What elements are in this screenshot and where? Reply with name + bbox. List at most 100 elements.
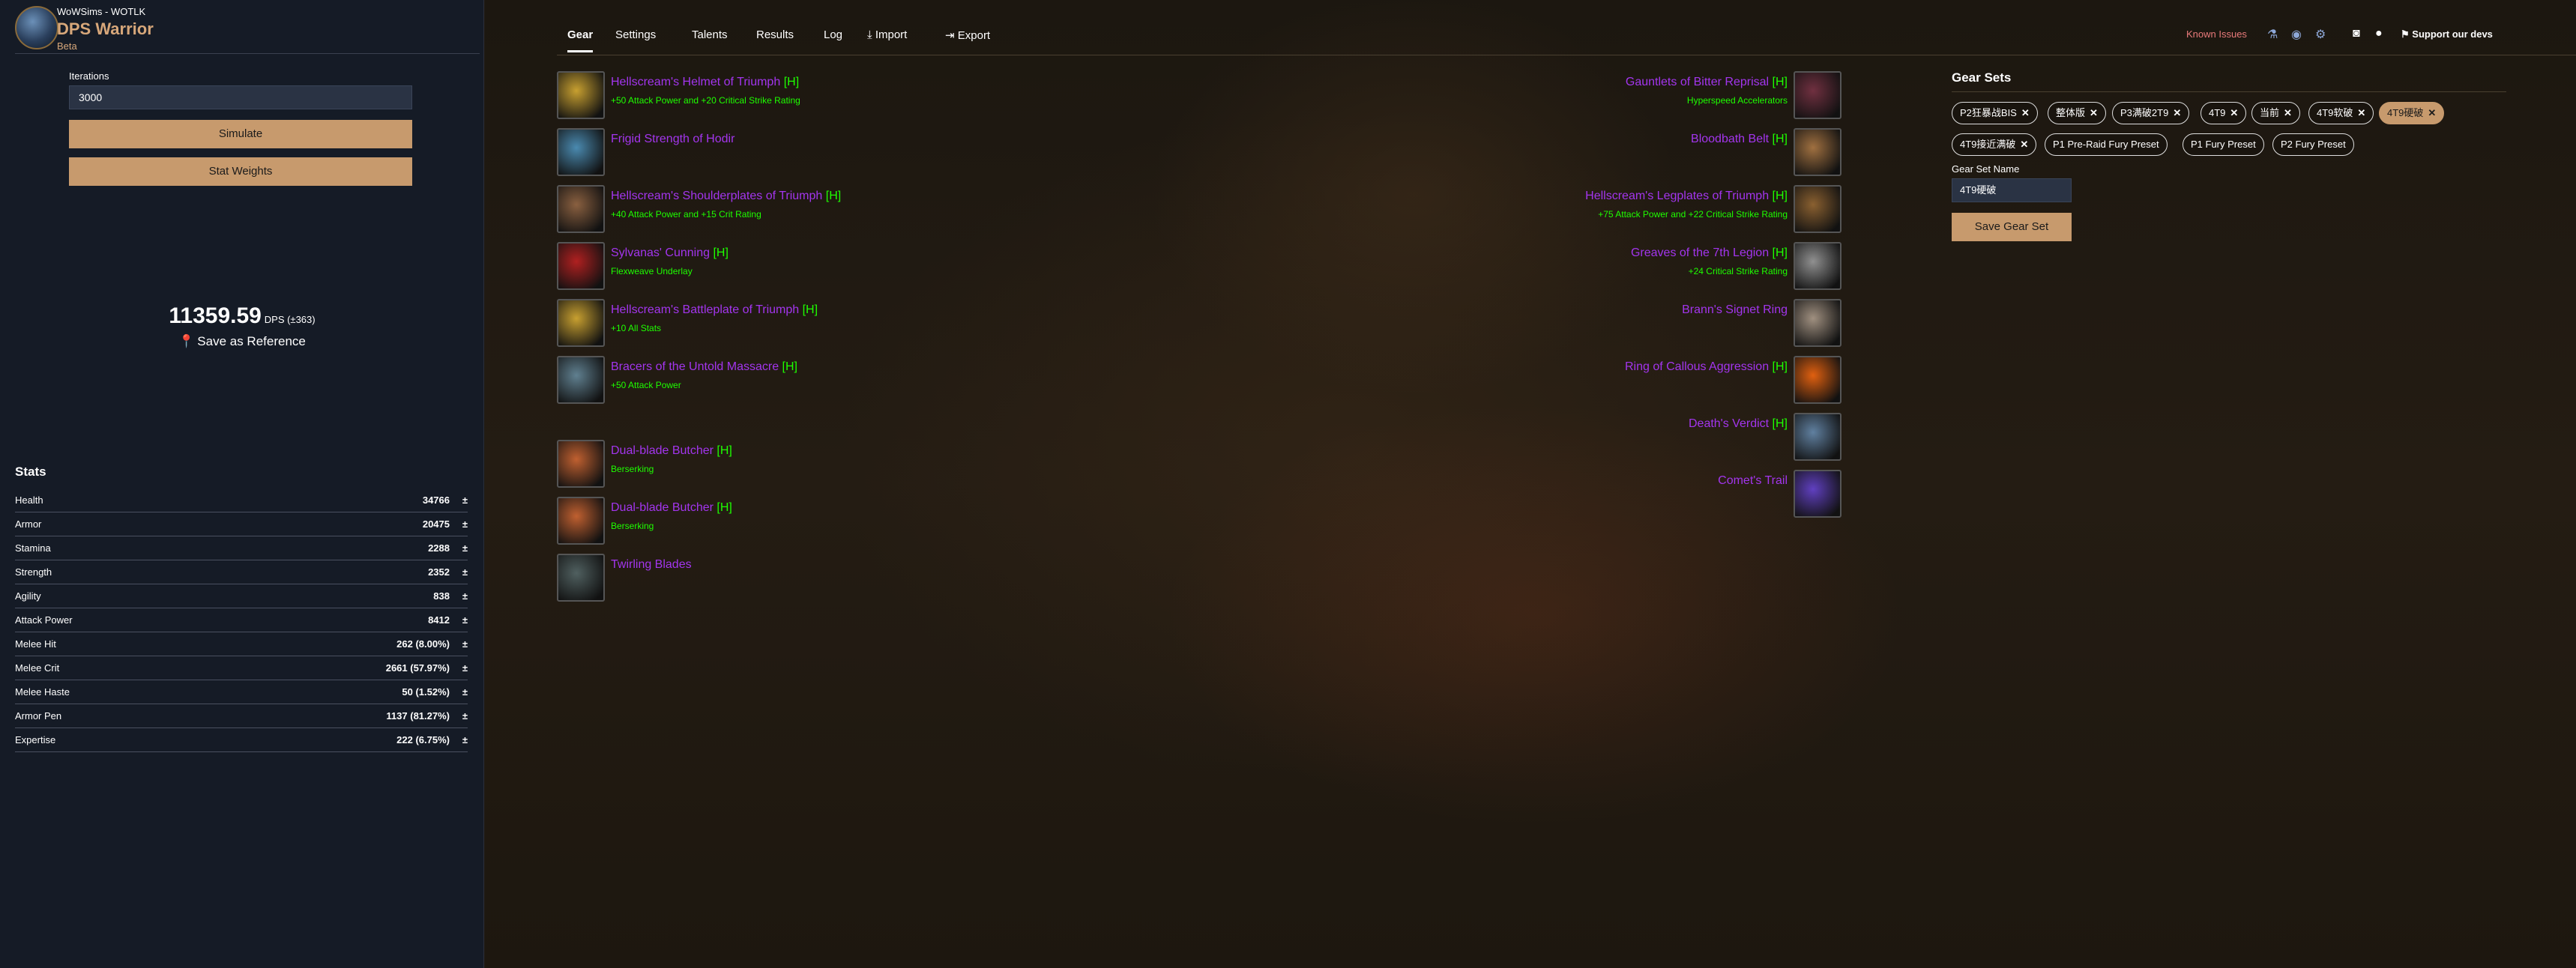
item-enchant[interactable]: +40 Attack Power and +15 Crit Rating bbox=[611, 209, 761, 220]
gear-slot[interactable]: Twirling Blades bbox=[557, 554, 1082, 603]
gear-set-chip[interactable]: P1 Pre-Raid Fury Preset bbox=[2045, 133, 2168, 156]
gear-slot[interactable]: Ring of Callous Aggression [H] bbox=[1317, 356, 1841, 405]
gear-slot[interactable]: Frigid Strength of Hodir bbox=[557, 128, 1082, 178]
tab-talents[interactable]: Talents bbox=[692, 28, 728, 41]
remove-icon[interactable]: ✕ bbox=[2173, 107, 2181, 118]
item-icon[interactable] bbox=[557, 185, 605, 233]
item-icon[interactable] bbox=[557, 128, 605, 176]
tab-results[interactable]: Results bbox=[756, 28, 794, 41]
gear-slot[interactable]: Sylvanas' Cunning [H] Flexweave Underlay bbox=[557, 242, 1082, 291]
item-icon[interactable] bbox=[1794, 470, 1841, 518]
item-enchant[interactable]: +10 All Stats bbox=[611, 323, 661, 333]
item-name[interactable]: Dual-blade Butcher [H] bbox=[611, 444, 732, 458]
gear-slot[interactable]: Dual-blade Butcher [H] Berserking bbox=[557, 440, 1082, 489]
tab-log[interactable]: Log bbox=[824, 28, 842, 41]
gear-set-chip[interactable]: P3满破2T9 ✕ bbox=[2112, 102, 2190, 124]
item-icon[interactable] bbox=[1794, 299, 1841, 347]
item-icon[interactable] bbox=[557, 554, 605, 602]
item-name[interactable]: Ring of Callous Aggression [H] bbox=[1625, 360, 1788, 374]
gear-set-chip[interactable]: 4T9接近满破 ✕ bbox=[1952, 133, 2037, 156]
item-name[interactable]: Brann's Signet Ring bbox=[1682, 303, 1788, 317]
discord-icon[interactable]: ◙ bbox=[2353, 27, 2360, 40]
tab-export[interactable]: ⇥ Export bbox=[945, 28, 990, 42]
gear-slot[interactable]: Hellscream's Helmet of Triumph [H] +50 At… bbox=[557, 71, 1082, 121]
remove-icon[interactable]: ✕ bbox=[2020, 139, 2028, 150]
gear-set-chip[interactable]: 4T9硬破 ✕ bbox=[2379, 102, 2445, 124]
item-icon[interactable] bbox=[557, 497, 605, 545]
gear-set-chip[interactable]: P2 Fury Preset bbox=[2272, 133, 2354, 156]
item-icon[interactable] bbox=[557, 242, 605, 290]
item-icon[interactable] bbox=[1794, 413, 1841, 461]
item-icon[interactable] bbox=[1794, 71, 1841, 119]
stat-breakdown-icon[interactable]: ± bbox=[450, 614, 468, 626]
tab-gear[interactable]: Gear bbox=[567, 28, 594, 52]
gear-set-name-input[interactable]: 4T9硬破 bbox=[1952, 178, 2072, 202]
item-icon[interactable] bbox=[1794, 242, 1841, 290]
item-name[interactable]: Hellscream's Shoulderplates of Triumph [… bbox=[611, 190, 841, 203]
gear-set-chip[interactable]: P2狂暴战BIS ✕ bbox=[1952, 102, 2038, 124]
gear-slot[interactable]: Bloodbath Belt [H] bbox=[1317, 128, 1841, 178]
gear-slot[interactable]: Death's Verdict [H] bbox=[1317, 413, 1841, 462]
stat-breakdown-icon[interactable]: ± bbox=[450, 566, 468, 578]
item-icon[interactable] bbox=[557, 440, 605, 488]
item-enchant[interactable]: Berserking bbox=[611, 521, 654, 531]
gear-slot[interactable]: Greaves of the 7th Legion [H] +24 Critica… bbox=[1317, 242, 1841, 291]
remove-icon[interactable]: ✕ bbox=[2021, 107, 2030, 118]
gear-slot[interactable]: Brann's Signet Ring bbox=[1317, 299, 1841, 348]
item-name[interactable]: Sylvanas' Cunning [H] bbox=[611, 246, 729, 260]
gear-set-chip[interactable]: P1 Fury Preset bbox=[2183, 133, 2264, 156]
gear-slot[interactable]: Hellscream's Battleplate of Triumph [H] +… bbox=[557, 299, 1082, 348]
remove-icon[interactable]: ✕ bbox=[2284, 107, 2292, 118]
item-name[interactable]: Frigid Strength of Hodir bbox=[611, 133, 735, 146]
stat-breakdown-icon[interactable]: ± bbox=[450, 638, 468, 650]
gear-set-chip[interactable]: 4T9软破 ✕ bbox=[2308, 102, 2374, 124]
brand-header[interactable]: WoWSims - WOTLK DPS Warrior Beta bbox=[15, 6, 480, 54]
gear-slot[interactable]: Gauntlets of Bitter Reprisal [H] Hyperspe… bbox=[1317, 71, 1841, 121]
gear-set-chip[interactable]: 整体版 ✕ bbox=[2048, 102, 2106, 124]
stat-breakdown-icon[interactable]: ± bbox=[450, 590, 468, 602]
item-enchant[interactable]: +75 Attack Power and +22 Critical Strike… bbox=[1598, 209, 1788, 220]
remove-icon[interactable]: ✕ bbox=[2428, 107, 2436, 118]
gear-slot[interactable]: Hellscream's Legplates of Triumph [H] +75… bbox=[1317, 185, 1841, 235]
gear-set-chip[interactable]: 当前 ✕ bbox=[2251, 102, 2300, 124]
support-devs-link[interactable]: ⚑ Support our devs bbox=[2401, 28, 2493, 40]
gear-slot[interactable]: Hellscream's Shoulderplates of Triumph [… bbox=[557, 185, 1082, 235]
item-name[interactable]: Hellscream's Legplates of Triumph [H] bbox=[1585, 190, 1788, 203]
item-name[interactable]: Comet's Trail bbox=[1718, 474, 1788, 488]
stat-breakdown-icon[interactable]: ± bbox=[450, 494, 468, 506]
item-icon[interactable] bbox=[1794, 185, 1841, 233]
item-name[interactable]: Gauntlets of Bitter Reprisal [H] bbox=[1626, 76, 1788, 89]
item-icon[interactable] bbox=[1794, 356, 1841, 404]
item-name[interactable]: Bloodbath Belt [H] bbox=[1691, 133, 1788, 146]
stat-weights-button[interactable]: Stat Weights bbox=[69, 157, 412, 186]
tab-import[interactable]: ⤓ Import bbox=[867, 28, 907, 41]
item-name[interactable]: Twirling Blades bbox=[611, 558, 692, 572]
tab-settings[interactable]: Settings bbox=[615, 28, 656, 41]
remove-icon[interactable]: ✕ bbox=[2090, 107, 2098, 118]
iterations-input[interactable]: 3000 bbox=[69, 85, 412, 109]
raid-sim-icon[interactable]: ◉ bbox=[2291, 27, 2302, 42]
stat-breakdown-icon[interactable]: ± bbox=[450, 710, 468, 722]
gear-set-chip[interactable]: 4T9 ✕ bbox=[2201, 102, 2247, 124]
stat-breakdown-icon[interactable]: ± bbox=[450, 662, 468, 674]
item-name[interactable]: Hellscream's Battleplate of Triumph [H] bbox=[611, 303, 818, 317]
remove-icon[interactable]: ✕ bbox=[2357, 107, 2365, 118]
simulate-button[interactable]: Simulate bbox=[69, 120, 412, 148]
item-enchant[interactable]: Berserking bbox=[611, 464, 654, 474]
gear-slot[interactable]: Dual-blade Butcher [H] Berserking bbox=[557, 497, 1082, 546]
stat-breakdown-icon[interactable]: ± bbox=[450, 518, 468, 530]
save-as-reference-button[interactable]: 📍 Save as Reference bbox=[0, 334, 484, 349]
item-name[interactable]: Bracers of the Untold Massacre [H] bbox=[611, 360, 797, 374]
gear-slot[interactable]: Bracers of the Untold Massacre [H] +50 At… bbox=[557, 356, 1082, 405]
gear-slot[interactable]: Comet's Trail bbox=[1317, 470, 1841, 519]
github-icon[interactable]: ● bbox=[2375, 27, 2383, 40]
item-enchant[interactable]: +50 Attack Power bbox=[611, 380, 681, 390]
stat-breakdown-icon[interactable]: ± bbox=[450, 542, 468, 554]
stat-breakdown-icon[interactable]: ± bbox=[450, 734, 468, 745]
settings-gear-icon[interactable]: ⚙ bbox=[2315, 27, 2326, 42]
item-name[interactable]: Hellscream's Helmet of Triumph [H] bbox=[611, 76, 799, 89]
remove-icon[interactable]: ✕ bbox=[2230, 107, 2238, 118]
item-enchant[interactable]: Flexweave Underlay bbox=[611, 266, 693, 276]
item-icon[interactable] bbox=[557, 299, 605, 347]
item-icon[interactable] bbox=[1794, 128, 1841, 176]
